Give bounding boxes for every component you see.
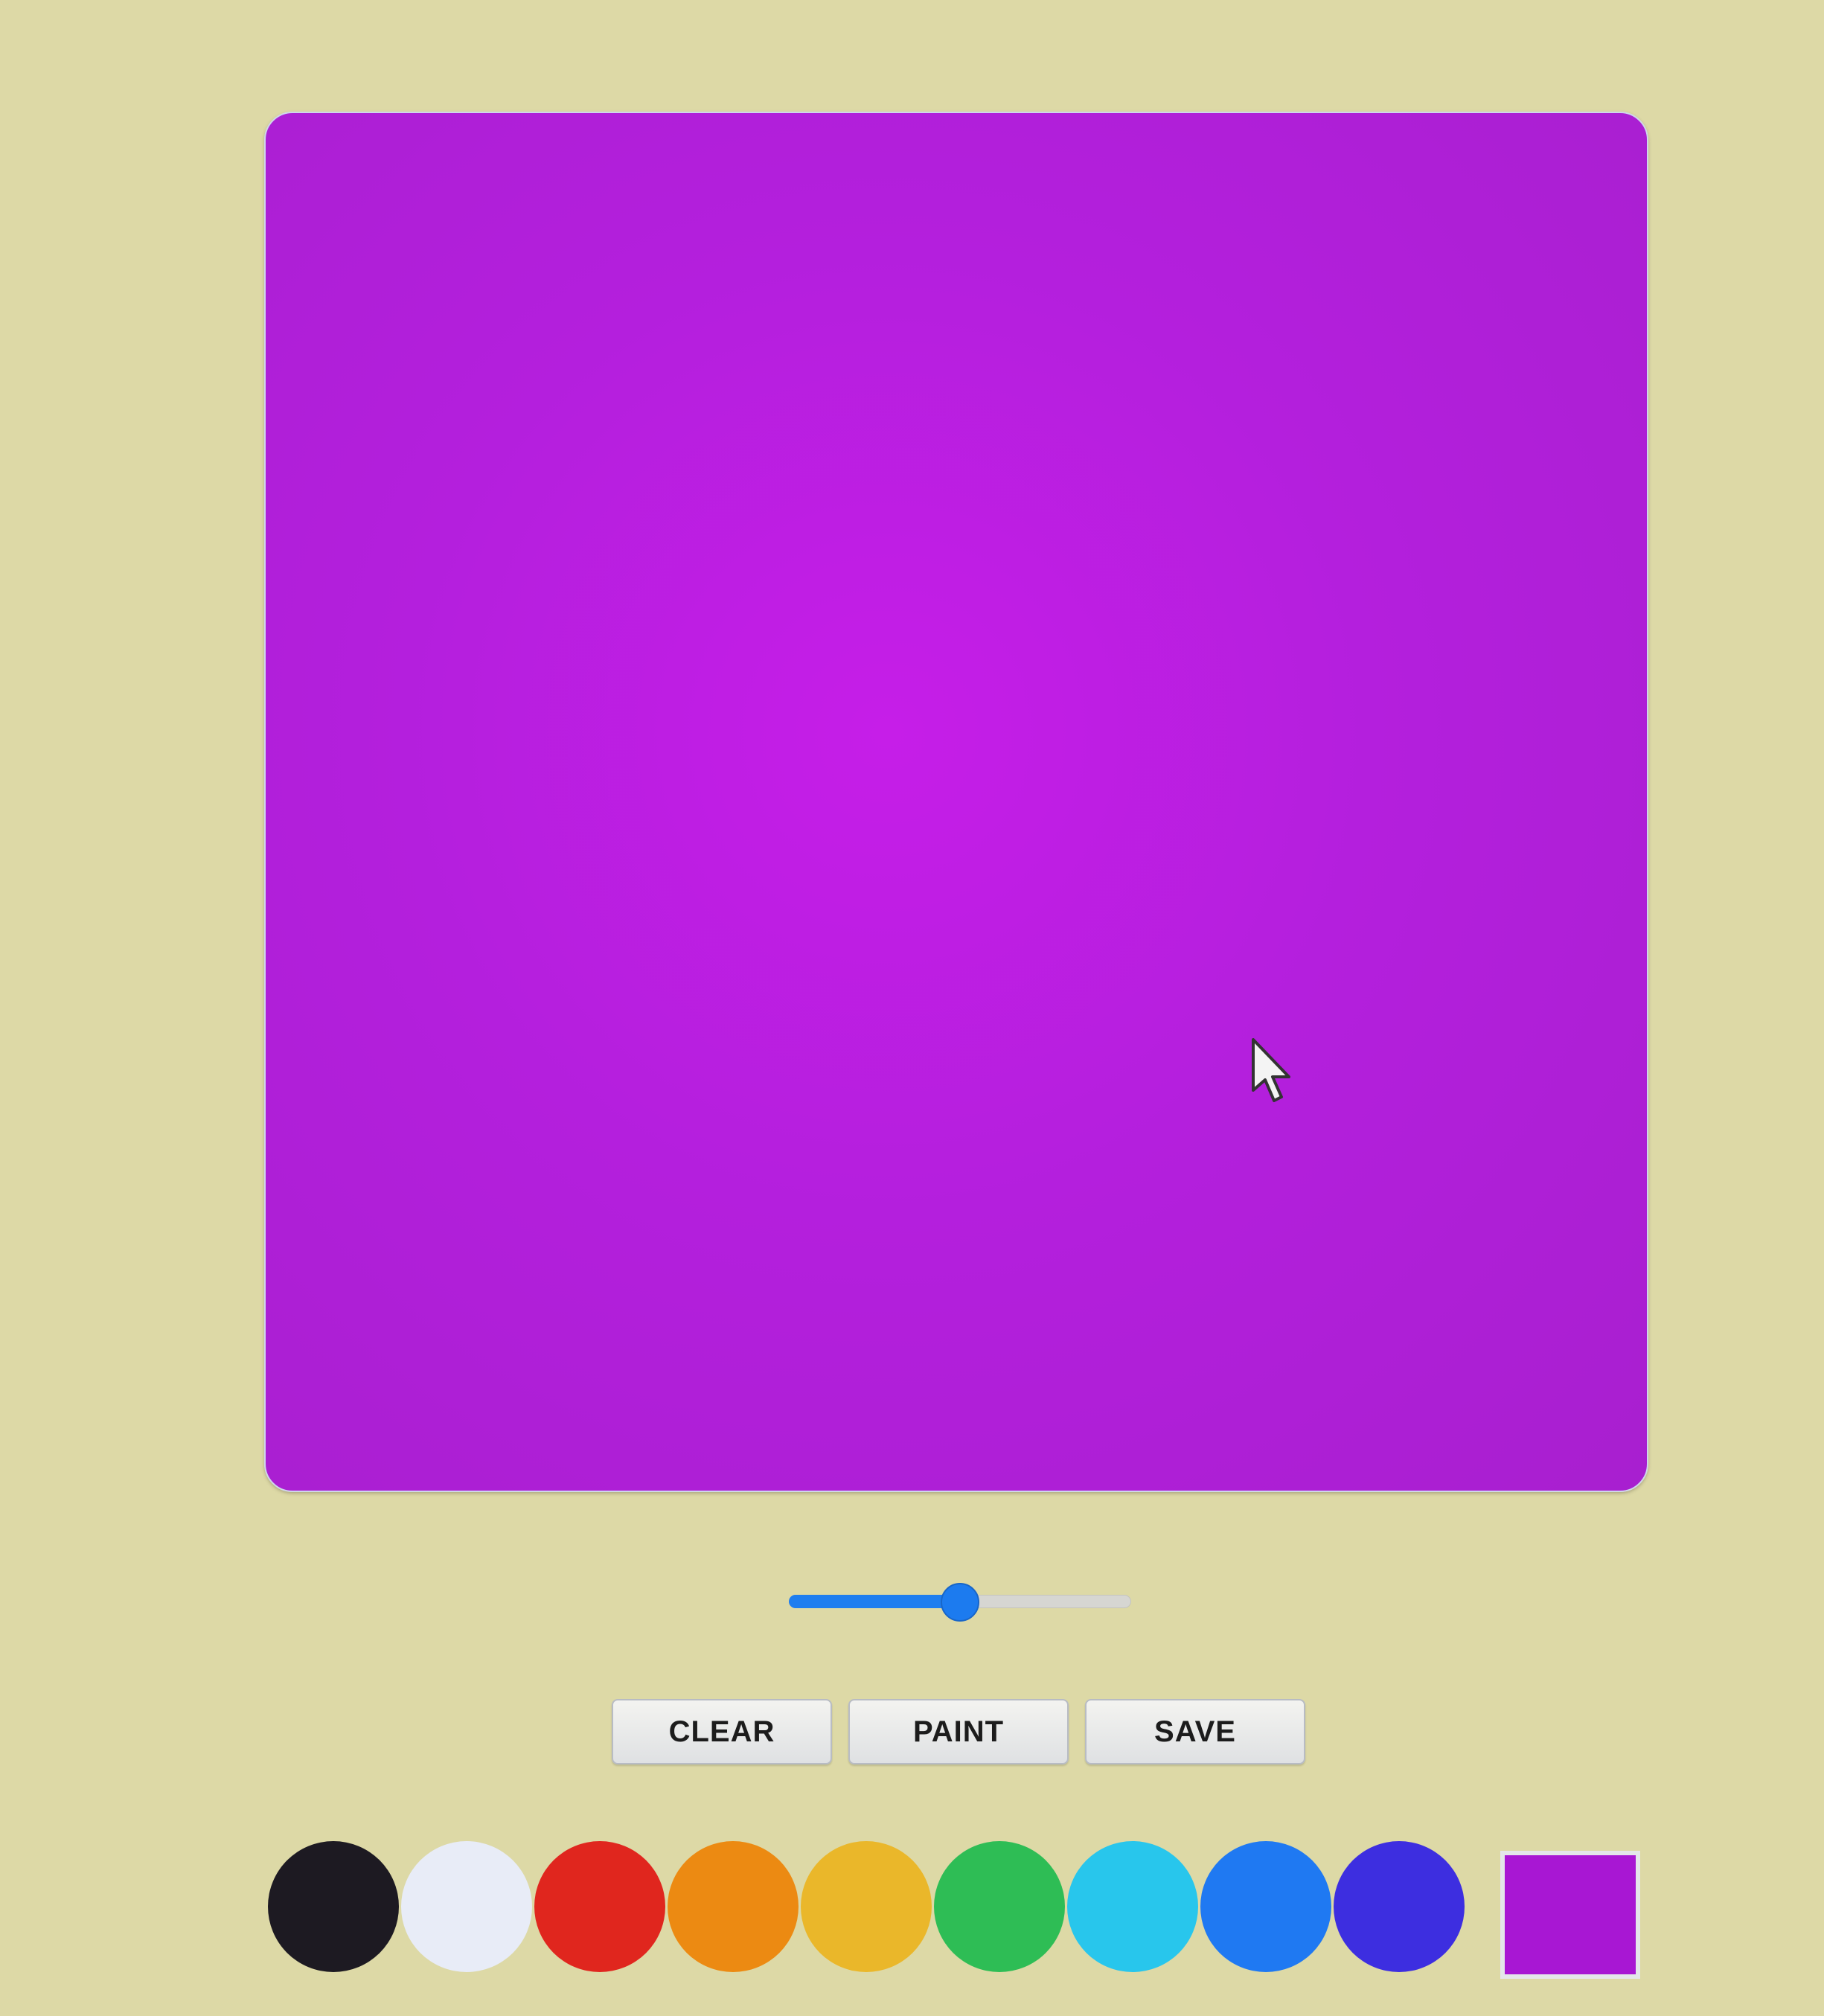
arrow-pointer-icon [1250,1038,1295,1105]
current-color-indicator [1500,1851,1640,1979]
color-swatch-yellow[interactable] [801,1841,932,1972]
color-swatch-blue[interactable] [1200,1841,1331,1972]
color-swatch-white[interactable] [401,1841,532,1972]
color-swatch-orange[interactable] [668,1841,799,1972]
save-button[interactable]: SAVE [1085,1699,1305,1764]
slider-thumb[interactable] [941,1583,979,1622]
brush-size-slider[interactable] [789,1583,1131,1622]
color-swatch-black[interactable] [268,1841,399,1972]
clear-button[interactable]: CLEAR [612,1699,832,1764]
color-swatch-red[interactable] [534,1841,665,1972]
slider-fill [789,1595,960,1608]
drawing-canvas[interactable] [264,112,1648,1492]
color-swatch-green[interactable] [934,1841,1065,1972]
color-swatch-indigo[interactable] [1334,1841,1465,1972]
color-swatch-cyan[interactable] [1067,1841,1198,1972]
current-color-swatch [1505,1855,1636,1974]
paint-button[interactable]: PAINT [848,1699,1069,1764]
paint-app: CLEAR PAINT SAVE [0,0,1824,2016]
toolbar: CLEAR PAINT SAVE [612,1699,1305,1764]
